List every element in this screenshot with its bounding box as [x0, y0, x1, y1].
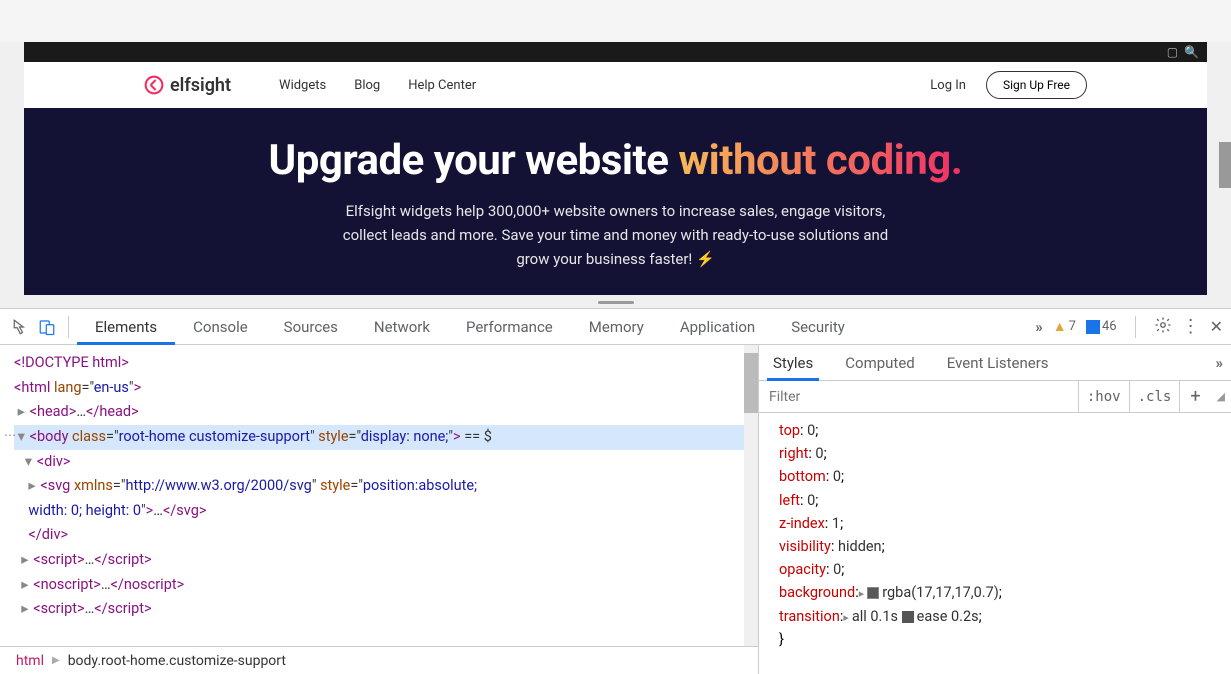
dom-tree[interactable]: <!DOCTYPE html> <html lang="en-us"> ▸<he…	[0, 345, 758, 646]
breadcrumb: html ▶ body.root-home.customize-support	[0, 646, 758, 674]
signup-button[interactable]: Sign Up Free	[986, 71, 1087, 99]
device-toggle-icon[interactable]	[34, 314, 60, 340]
messages-badge[interactable]: 46	[1086, 319, 1117, 334]
hero-subtitle: Elfsight widgets help 300,000+ website o…	[64, 199, 1167, 271]
kebab-menu-icon[interactable]: ⋮	[1182, 316, 1200, 337]
hero-title-highlight: without coding.	[678, 136, 962, 185]
hero-title-plain: Upgrade your website	[269, 136, 679, 185]
tab-security[interactable]: Security	[773, 309, 863, 345]
elfsight-logo-icon	[144, 75, 164, 95]
styles-panel: Styles Computed Event Listeners » :hov .…	[759, 345, 1231, 674]
preview-user-icon[interactable]: ▢	[1167, 45, 1178, 59]
tab-application[interactable]: Application	[662, 309, 773, 345]
cls-toggle[interactable]: .cls	[1129, 381, 1180, 412]
tab-computed[interactable]: Computed	[839, 345, 921, 381]
dom-scrollbar[interactable]	[744, 345, 758, 646]
devtools-panel: Elements Console Sources Network Perform…	[0, 308, 1231, 674]
resize-handle[interactable]	[0, 295, 1231, 309]
styles-filter-input[interactable]	[759, 381, 1078, 412]
nav-links: Widgets Blog Help Center	[279, 78, 476, 93]
hero-title: Upgrade your website without coding.	[64, 136, 1167, 185]
color-swatch-icon[interactable]	[867, 587, 879, 599]
more-tabs-icon[interactable]: »	[1035, 318, 1043, 336]
site-logo[interactable]: elfsight	[144, 75, 231, 96]
devtools-toolbar: Elements Console Sources Network Perform…	[0, 309, 1231, 345]
tab-console[interactable]: Console	[175, 309, 266, 345]
page-preview: ▢ 🔍 elfsight Widgets Blog Help Center Lo…	[24, 42, 1207, 295]
crumb-html[interactable]: html	[8, 651, 52, 671]
warnings-badge[interactable]: ▲7	[1053, 318, 1076, 335]
styles-caret-icon[interactable]: ◢	[1211, 390, 1231, 403]
settings-gear-icon[interactable]	[1154, 316, 1172, 338]
new-style-rule-icon[interactable]: +	[1179, 381, 1210, 412]
outer-scrollbar[interactable]	[1219, 42, 1231, 302]
styles-filter-row: :hov .cls + ◢	[759, 381, 1231, 413]
easing-icon[interactable]	[902, 611, 914, 623]
close-devtools-icon[interactable]: ✕	[1210, 317, 1223, 336]
crumb-body[interactable]: body.root-home.customize-support	[60, 651, 294, 671]
preview-search-icon[interactable]: 🔍	[1184, 45, 1199, 59]
preview-topbar: ▢ 🔍	[24, 42, 1207, 62]
tab-sources[interactable]: Sources	[266, 309, 356, 345]
styles-rules[interactable]: top: 0; right: 0; bottom: 0; left: 0; z-…	[759, 413, 1231, 674]
tab-event-listeners[interactable]: Event Listeners	[941, 345, 1055, 381]
hero-section: Upgrade your website without coding. Elf…	[24, 108, 1207, 295]
logo-text: elfsight	[170, 75, 231, 96]
site-header: elfsight Widgets Blog Help Center Log In…	[24, 62, 1207, 108]
inspect-icon[interactable]	[8, 314, 34, 340]
devtools-tabs: Elements Console Sources Network Perform…	[77, 309, 863, 345]
nav-blog[interactable]: Blog	[354, 78, 380, 93]
tab-network[interactable]: Network	[356, 309, 448, 345]
tab-elements[interactable]: Elements	[77, 309, 175, 345]
hov-toggle[interactable]: :hov	[1078, 381, 1129, 412]
ruler-bar	[0, 0, 1231, 42]
tab-memory[interactable]: Memory	[571, 309, 662, 345]
tab-performance[interactable]: Performance	[448, 309, 571, 345]
elements-panel: <!DOCTYPE html> <html lang="en-us"> ▸<he…	[0, 345, 759, 674]
login-link[interactable]: Log In	[930, 78, 966, 93]
tab-styles[interactable]: Styles	[767, 345, 819, 381]
styles-tabs: Styles Computed Event Listeners »	[759, 345, 1231, 381]
styles-more-icon[interactable]: »	[1216, 354, 1224, 372]
nav-widgets[interactable]: Widgets	[279, 78, 326, 93]
nav-help[interactable]: Help Center	[408, 78, 476, 93]
